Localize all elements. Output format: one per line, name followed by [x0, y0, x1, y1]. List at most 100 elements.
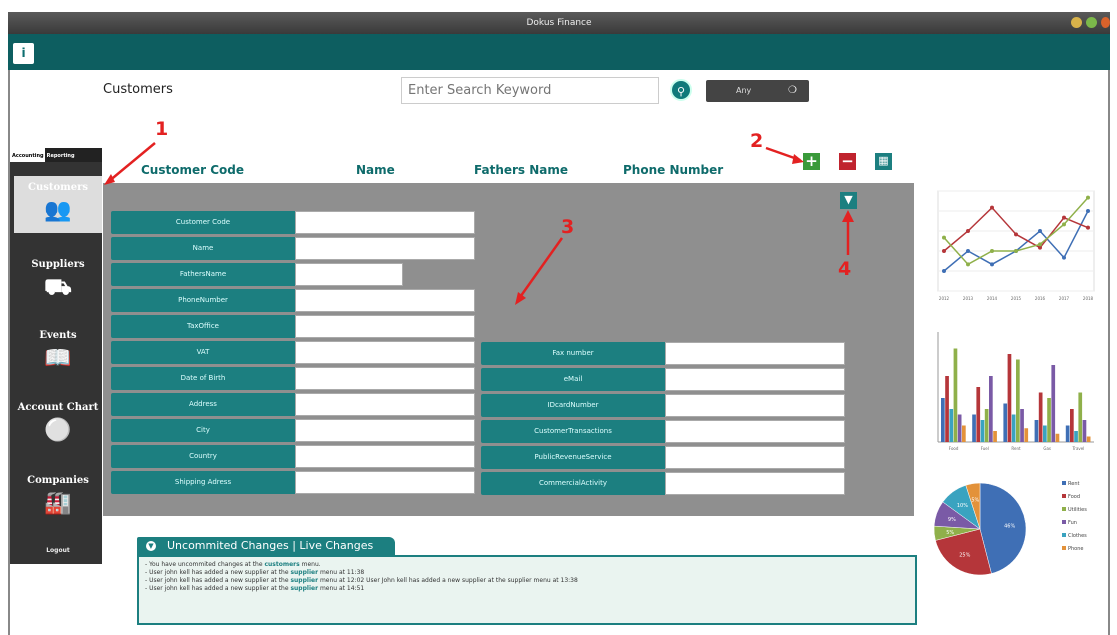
legend-label: Clothes	[1068, 533, 1087, 539]
bar	[945, 376, 949, 442]
data-point	[942, 249, 946, 253]
change-line: - User john kell has added a new supplie…	[145, 569, 909, 577]
tab-uncommited-changes[interactable]: Uncommited Changes	[167, 539, 289, 552]
bar	[1038, 392, 1043, 442]
bar	[953, 348, 958, 442]
legend-swatch	[1062, 507, 1066, 511]
bar	[1051, 365, 1056, 442]
x-tick-label: 2012	[939, 296, 950, 301]
bar	[972, 414, 976, 442]
data-point	[1038, 242, 1042, 247]
change-line: - You have uncommited changes at the cus…	[145, 561, 909, 569]
slice-label: 25%	[959, 553, 970, 559]
legend-label: Fun	[1068, 520, 1077, 526]
data-point	[966, 249, 970, 253]
chevron-down-icon: ▼	[146, 541, 156, 551]
legend-swatch	[1062, 494, 1066, 498]
change-text: menu at 14:51	[318, 585, 365, 592]
annotation-arrowhead-1	[104, 174, 115, 185]
change-text: - You have uncommited changes at the	[145, 561, 265, 568]
data-point	[1086, 225, 1090, 230]
slice-label: 46%	[1004, 523, 1015, 529]
legend-label: Utilities	[1068, 507, 1087, 513]
x-tick-label: Travel	[1071, 446, 1084, 451]
x-tick-label: 2014	[987, 296, 998, 301]
bar	[1003, 403, 1008, 442]
annotation-label-4: 4	[838, 258, 852, 280]
bar	[1020, 409, 1024, 442]
bar	[1086, 436, 1091, 442]
change-text: - User john kell has added a new supplie…	[145, 569, 291, 576]
legend-label: Phone	[1068, 546, 1084, 552]
data-point	[942, 235, 946, 240]
bar	[1011, 414, 1016, 442]
change-link[interactable]: customers	[264, 561, 299, 568]
tab-live-changes[interactable]: Live Changes	[299, 539, 373, 552]
data-point	[942, 269, 946, 273]
legend-swatch	[1062, 533, 1066, 537]
bar	[1016, 359, 1020, 442]
bar	[1082, 420, 1087, 442]
annotation-arrowhead-3	[515, 292, 526, 305]
bar	[1034, 420, 1039, 442]
bar	[1055, 433, 1060, 442]
change-text: menu at 11:38	[318, 569, 365, 576]
changes-log: - You have uncommited changes at the cus…	[137, 555, 917, 625]
line-chart: 2012 2013 2014 2015 2016 2017 2018	[937, 190, 1095, 301]
data-point	[990, 262, 994, 267]
change-text: - User john kell has added a new supplie…	[145, 585, 291, 592]
change-text: - User john kell has added a new supplie…	[145, 577, 291, 584]
bar	[980, 420, 985, 442]
x-tick-label: 2013	[963, 296, 974, 301]
bar	[1047, 398, 1051, 442]
data-point	[966, 229, 970, 233]
x-tick-label: Food	[949, 446, 959, 451]
data-point	[990, 249, 994, 253]
change-text: menu.	[299, 561, 321, 568]
annotation-label-3: 3	[561, 216, 575, 238]
data-point	[1014, 249, 1018, 253]
change-link[interactable]: supplier	[290, 569, 318, 576]
bar	[989, 376, 993, 442]
annotation-arrowhead-4	[842, 210, 854, 222]
bar	[957, 414, 962, 442]
legend-swatch	[1062, 481, 1066, 485]
change-text: menu at 12:02 User John kell has added a…	[318, 577, 578, 584]
x-tick-label: Rent	[1011, 446, 1021, 451]
bar	[993, 431, 997, 442]
data-point	[990, 205, 994, 210]
slice-label: 5%	[971, 497, 979, 503]
x-tick-label: Fuel	[981, 446, 989, 451]
x-tick-label: 2016	[1035, 296, 1046, 301]
data-point	[1086, 195, 1090, 200]
bar	[984, 409, 989, 442]
data-point	[1014, 232, 1018, 237]
bar	[1074, 431, 1078, 442]
plot-area	[937, 190, 1095, 292]
data-point	[1062, 215, 1066, 220]
bar	[1043, 425, 1047, 442]
change-line: - User john kell has added a new supplie…	[145, 577, 909, 585]
slice-label: 10%	[957, 503, 968, 509]
legend-label: Food	[1068, 494, 1080, 500]
bar	[1024, 428, 1029, 442]
annotation-label-1: 1	[155, 118, 169, 140]
bar	[1007, 354, 1012, 442]
x-tick-label: 2018	[1083, 296, 1094, 301]
bar	[962, 425, 966, 442]
legend-swatch	[1062, 546, 1066, 550]
slice-label: 9%	[948, 517, 956, 523]
bar	[941, 398, 945, 442]
x-tick-label: 2017	[1059, 296, 1070, 301]
x-tick-label: Gas	[1043, 446, 1051, 451]
annotation-arrowhead-2	[792, 154, 804, 164]
data-point	[966, 262, 970, 267]
data-point	[1086, 209, 1090, 213]
change-link[interactable]: supplier	[290, 585, 318, 592]
slice-label: 5%	[946, 530, 954, 536]
annotation-arrow-3	[516, 237, 564, 301]
change-link[interactable]: supplier	[290, 577, 318, 584]
bar	[1070, 409, 1074, 442]
changes-tab[interactable]: ▼ Uncommited Changes | Live Changes	[137, 537, 395, 555]
annotation-arrow-1	[107, 142, 156, 183]
